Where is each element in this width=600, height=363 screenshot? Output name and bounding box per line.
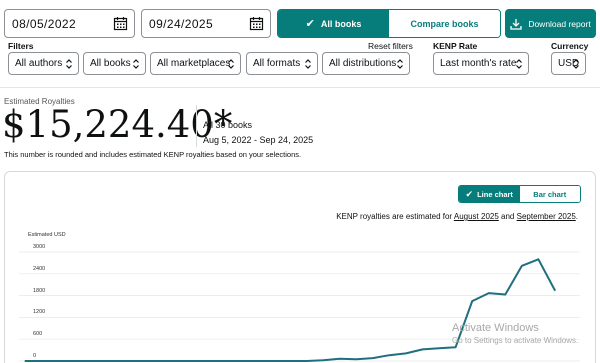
data-point	[455, 346, 457, 348]
chevron-updown-icon	[228, 59, 234, 69]
distributions-select[interactable]: All distributions	[322, 52, 410, 75]
data-point	[107, 360, 109, 362]
data-point	[90, 360, 92, 362]
calendar-icon[interactable]	[113, 16, 128, 31]
data-point	[123, 360, 125, 362]
books-count: All 30 books	[203, 120, 253, 130]
date-range-text: Aug 5, 2022 - Sep 24, 2025	[203, 135, 314, 145]
reset-filters-link[interactable]: Reset filters	[368, 41, 413, 51]
summary-divider	[196, 105, 197, 147]
data-point	[355, 358, 357, 360]
data-point	[24, 360, 26, 362]
currency-label: Currency	[551, 41, 589, 51]
series-line	[25, 258, 556, 362]
kenp-rate-select-value: Last month's rate	[440, 58, 517, 69]
data-point	[305, 360, 308, 362]
filters-label: Filters	[8, 41, 34, 51]
royalties-amount: $15,224.40*	[2, 103, 233, 146]
formats-select[interactable]: All formats	[246, 52, 318, 75]
download-icon	[510, 18, 522, 30]
chevron-updown-icon	[133, 59, 139, 69]
chevron-updown-icon	[397, 59, 403, 69]
data-point	[421, 348, 424, 350]
authors-select-value: All authors	[15, 58, 63, 69]
books-select-value: All books	[90, 58, 131, 69]
data-point	[190, 360, 192, 362]
marketplaces-select-value: All marketplaces	[157, 58, 231, 69]
data-point	[239, 360, 241, 362]
data-point	[405, 352, 407, 354]
kenp-rate-select[interactable]: Last month's rate	[433, 52, 529, 75]
all-books-label: All books	[320, 18, 362, 29]
download-report-label: Download report	[528, 18, 591, 29]
start-date-value: 08/05/2022	[12, 16, 77, 31]
watermark-subtitle: Go to Settings to activate Windows.	[452, 336, 579, 345]
compare-books-label: Compare books	[410, 18, 479, 29]
data-point	[339, 358, 341, 360]
data-point	[223, 360, 225, 362]
data-point	[438, 347, 440, 349]
data-point	[256, 360, 258, 362]
data-point	[388, 354, 390, 356]
chevron-updown-icon	[66, 59, 72, 69]
data-point	[372, 357, 374, 359]
compare-books-button[interactable]: Compare books	[389, 10, 500, 37]
data-point	[156, 360, 159, 362]
watermark-title: Activate Windows	[452, 322, 539, 334]
end-date-value: 09/24/2025	[149, 16, 214, 31]
data-point	[173, 360, 175, 362]
formats-select-value: All formats	[253, 58, 301, 69]
data-point	[504, 293, 506, 296]
distributions-select-value: All distributions	[329, 58, 397, 69]
start-date-input[interactable]: 08/05/2022	[4, 9, 135, 38]
data-point	[537, 258, 540, 260]
data-point	[74, 360, 76, 362]
end-date-input[interactable]: 09/24/2025	[141, 9, 271, 38]
data-point	[554, 289, 556, 292]
data-point	[140, 360, 142, 362]
data-point	[289, 360, 291, 362]
data-point	[488, 292, 490, 294]
data-point	[206, 360, 208, 362]
header-divider	[0, 87, 600, 88]
check-icon: ✔	[305, 18, 315, 30]
kenp-rate-label: KENP Rate	[433, 41, 478, 51]
calendar-icon[interactable]	[249, 16, 264, 31]
data-point	[272, 360, 275, 362]
data-point	[521, 265, 523, 267]
marketplaces-select[interactable]: All marketplaces	[150, 52, 241, 75]
all-books-button[interactable]: ✔ All books	[278, 10, 389, 37]
data-point	[471, 300, 473, 302]
activate-windows-watermark: Activate Windows Go to Settings to activ…	[452, 322, 578, 345]
data-point	[40, 360, 43, 362]
chevron-updown-icon	[516, 59, 522, 69]
rounding-note: This number is rounded and includes esti…	[4, 150, 302, 159]
download-report-button[interactable]: Download report	[505, 9, 596, 38]
currency-select[interactable]: USD	[551, 52, 586, 75]
book-view-toggle: ✔ All books Compare books	[277, 9, 501, 38]
chevron-updown-icon	[573, 59, 579, 69]
data-point	[57, 360, 59, 362]
books-select[interactable]: All books	[83, 52, 146, 75]
chevron-updown-icon	[305, 59, 311, 69]
authors-select[interactable]: All authors	[8, 52, 79, 75]
data-point	[322, 359, 324, 361]
